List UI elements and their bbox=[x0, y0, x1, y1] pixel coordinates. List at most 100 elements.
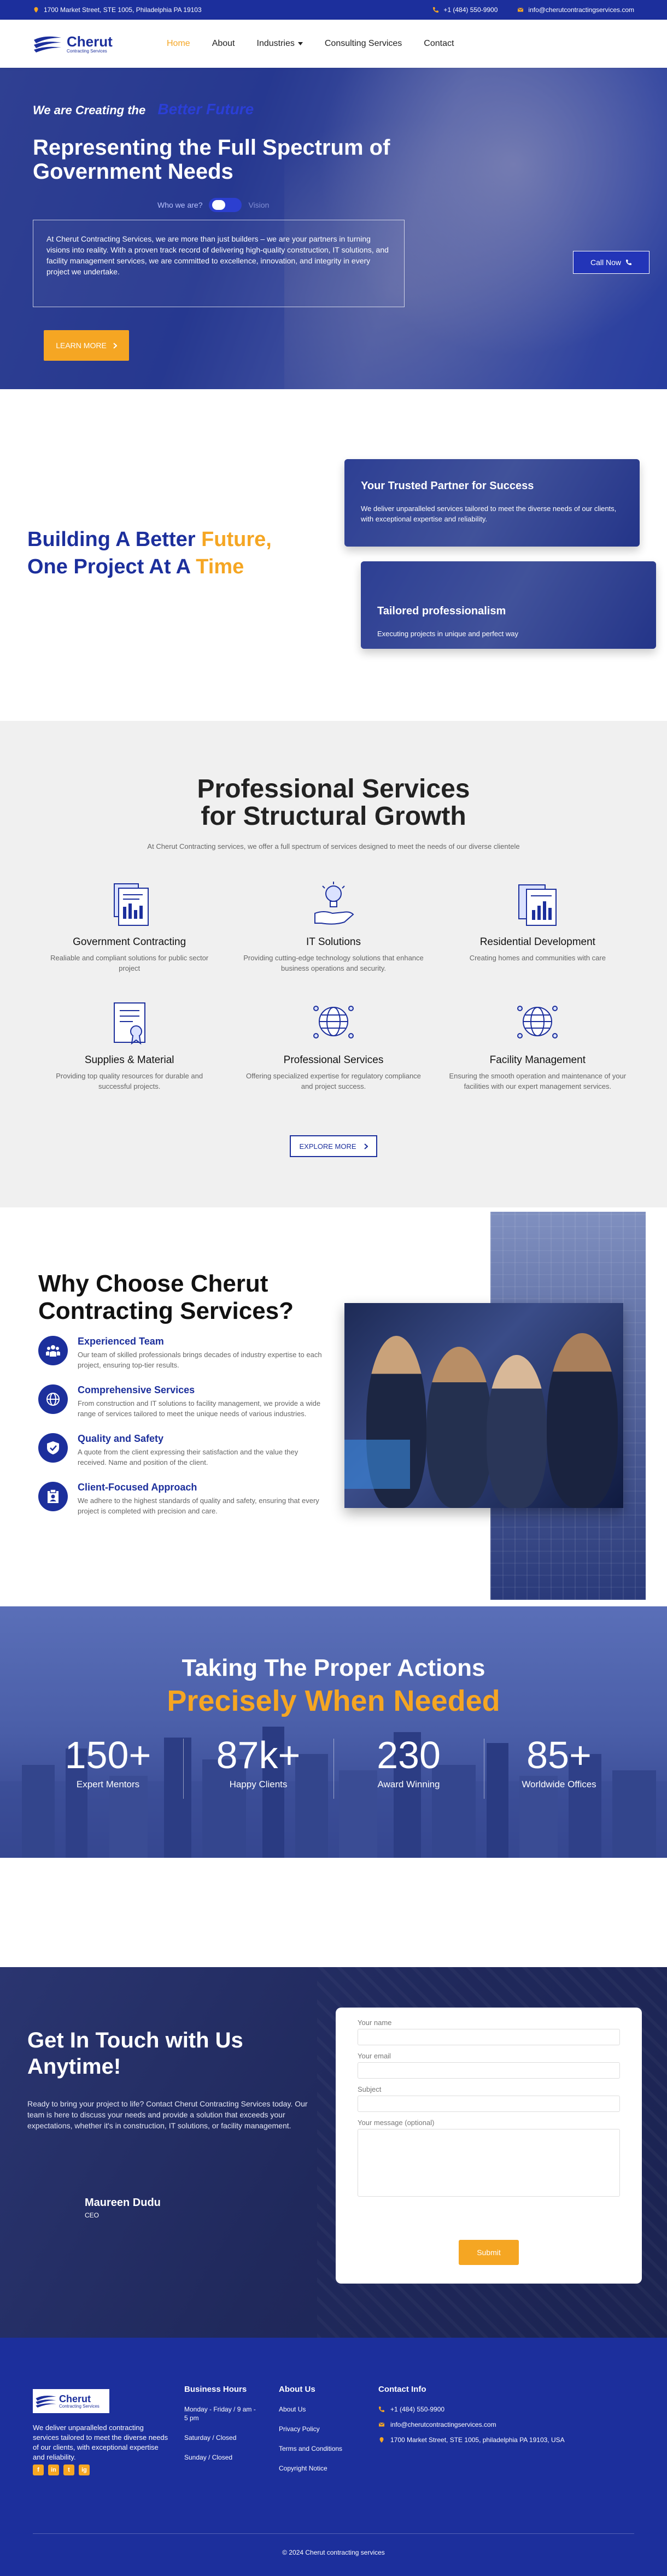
footer-hours-weekdays: Monday - Friday / 9 am - 5 pm bbox=[184, 2405, 256, 2422]
globe-network-icon bbox=[313, 1006, 354, 1038]
chevron-right-icon bbox=[364, 1143, 368, 1149]
service-desc: Offering specialized expertise for regul… bbox=[246, 1072, 421, 1090]
footer-hours-title: Business Hours bbox=[184, 2385, 247, 2394]
service-item[interactable]: Government Contracting Realiable and com… bbox=[27, 879, 231, 973]
building-line1-highlight: Future, bbox=[201, 528, 272, 551]
toggle-right-label[interactable]: Vision bbox=[248, 201, 269, 209]
mail-icon bbox=[518, 8, 524, 12]
stat-number: 87k+ bbox=[216, 1734, 301, 1776]
service-desc: Providing top quality resources for dura… bbox=[56, 1072, 203, 1090]
footer-phone[interactable]: +1 (484) 550-9900 bbox=[378, 2405, 597, 2414]
contact-text: Ready to bring your project to life? Con… bbox=[27, 2099, 308, 2130]
footer-about-title: About Us bbox=[279, 2385, 315, 2394]
message-field[interactable] bbox=[358, 2129, 620, 2197]
why-item: Client-Focused Approach We adhere to the… bbox=[38, 1482, 323, 1516]
hero-description: At Cherut Contracting Services, we are m… bbox=[46, 234, 389, 276]
topbar-email-text: info@cherutcontractingservices.com bbox=[528, 6, 634, 14]
email-label: Your email bbox=[358, 2052, 391, 2060]
team-meeting-photo bbox=[344, 1303, 623, 1508]
why-list: Experienced Team Our team of skilled pro… bbox=[38, 1336, 323, 1530]
explore-more-button[interactable]: EXPLORE MORE bbox=[290, 1135, 377, 1157]
service-item[interactable]: Professional Services Offering specializ… bbox=[231, 997, 435, 1092]
why-item-name: Quality and Safety bbox=[78, 1433, 164, 1444]
facebook-icon[interactable]: f bbox=[33, 2464, 44, 2475]
contact-section: Get In Touch with Us Anytime! Ready to b… bbox=[0, 1967, 667, 2338]
email-field[interactable] bbox=[358, 2062, 620, 2079]
topbar-address: 1700 Market Street, STE 1005, Philadelph… bbox=[33, 6, 202, 14]
nav-about[interactable]: About bbox=[212, 39, 235, 49]
nav-contact[interactable]: Contact bbox=[424, 39, 454, 49]
nav-industries[interactable]: Industries bbox=[257, 39, 303, 49]
chevron-down-icon bbox=[297, 42, 303, 45]
nav-consulting-services[interactable]: Consulting Services bbox=[325, 39, 402, 49]
service-name: Residential Development bbox=[479, 936, 595, 948]
service-name: Professional Services bbox=[283, 1054, 384, 1066]
why-item-desc: We adhere to the highest standards of qu… bbox=[78, 1497, 319, 1515]
footer-logo[interactable]: Cherut Contracting Services bbox=[33, 2389, 109, 2413]
topbar-phone[interactable]: +1 (484) 550-9900 bbox=[432, 6, 498, 14]
building-title: Building A Better Future, One Project At… bbox=[27, 526, 272, 580]
footer-link-about[interactable]: About Us bbox=[279, 2405, 344, 2414]
service-item[interactable]: IT Solutions Providing cutting-edge tech… bbox=[231, 879, 435, 973]
why-item-desc: From construction and IT solutions to fa… bbox=[78, 1399, 321, 1418]
feature-card-title: Tailored professionalism bbox=[377, 605, 506, 617]
top-bar: 1700 Market Street, STE 1005, Philadelph… bbox=[0, 0, 667, 20]
linkedin-icon[interactable]: in bbox=[48, 2464, 59, 2475]
section-spacer bbox=[0, 1858, 667, 1967]
brand-name: Cherut bbox=[67, 33, 113, 50]
footer-hours-sunday: Sunday / Closed bbox=[184, 2454, 233, 2461]
footer-brand-tagline: Contracting Services bbox=[59, 2403, 100, 2409]
service-item[interactable]: Facility Management Ensuring the smooth … bbox=[436, 997, 640, 1092]
footer-address-text: 1700 Market Street, STE 1005, philadelph… bbox=[390, 2436, 565, 2444]
footer-hours-saturday: Saturday / Closed bbox=[184, 2434, 237, 2442]
stats-row: 150+ Expert Mentors 87k+ Happy Clients 2… bbox=[33, 1733, 634, 1799]
call-now-button[interactable]: Call Now bbox=[573, 251, 650, 274]
footer-link-privacy[interactable]: Privacy Policy bbox=[279, 2425, 344, 2433]
service-item[interactable]: Supplies & Material Providing top qualit… bbox=[27, 997, 231, 1092]
service-name: Facility Management bbox=[489, 1054, 586, 1066]
phone-icon bbox=[433, 7, 439, 13]
topbar-email[interactable]: info@cherutcontractingservices.com bbox=[517, 6, 634, 14]
contact-form: Your name Your email Subject Your messag… bbox=[336, 2008, 642, 2284]
twitter-icon[interactable]: t bbox=[63, 2464, 74, 2475]
feature-card-text: Executing projects in unique and perfect… bbox=[377, 630, 518, 638]
footer-email[interactable]: info@cherutcontractingservices.com bbox=[378, 2420, 597, 2429]
name-label: Your name bbox=[358, 2018, 392, 2027]
footer-link-copyright[interactable]: Copyright Notice bbox=[279, 2464, 344, 2473]
services-section: Professional Services for Structural Gro… bbox=[0, 721, 667, 1207]
stat-number: 230 bbox=[377, 1734, 441, 1776]
explore-more-label: EXPLORE MORE bbox=[299, 1142, 356, 1151]
main-nav: Home About Industries Consulting Service… bbox=[167, 39, 454, 49]
stat-item: 85+ Worldwide Offices bbox=[484, 1733, 634, 1799]
instagram-icon[interactable]: ig bbox=[79, 2464, 90, 2475]
stat-number: 150+ bbox=[65, 1734, 151, 1776]
who-vision-toggle[interactable] bbox=[209, 198, 242, 212]
footer-copyright: © 2024 Cherut contracting services bbox=[282, 2549, 385, 2556]
stat-number: 85+ bbox=[526, 1734, 592, 1776]
footer-link-terms[interactable]: Terms and Conditions bbox=[279, 2444, 344, 2453]
nav-home[interactable]: Home bbox=[167, 39, 190, 49]
service-desc: Creating homes and communities with care bbox=[469, 954, 606, 962]
building-line2-highlight: Time bbox=[196, 555, 244, 578]
learn-more-button[interactable]: LEARN MORE bbox=[44, 330, 129, 361]
stat-item: 230 Award Winning bbox=[334, 1733, 484, 1799]
brand-logo[interactable]: Cherut Contracting Services bbox=[33, 34, 167, 54]
subject-field[interactable] bbox=[358, 2096, 620, 2112]
submit-button[interactable]: Submit bbox=[459, 2240, 519, 2265]
footer-about: We deliver unparalleled contracting serv… bbox=[33, 2424, 168, 2461]
why-item-name: Client-Focused Approach bbox=[78, 1482, 197, 1493]
footer-phone-text: +1 (484) 550-9900 bbox=[390, 2405, 445, 2413]
feature-card-text: We deliver unparalleled services tailore… bbox=[361, 504, 617, 523]
contact-person: Maureen Dudu CEO bbox=[85, 2197, 161, 2219]
toggle-left-label[interactable]: Who we are? bbox=[157, 201, 202, 209]
document-chart-icon bbox=[113, 883, 149, 926]
phone-icon bbox=[626, 260, 631, 265]
building-section: Building A Better Future, One Project At… bbox=[0, 389, 667, 721]
nav-industries-label: Industries bbox=[256, 39, 295, 48]
service-item[interactable]: Residential Development Creating homes a… bbox=[436, 879, 640, 973]
stats-section: Taking The Proper Actions Precisely When… bbox=[0, 1606, 667, 1858]
service-desc: Ensuring the smooth operation and mainte… bbox=[449, 1072, 627, 1090]
name-field[interactable] bbox=[358, 2029, 620, 2045]
phone-icon bbox=[379, 2407, 384, 2412]
message-label: Your message (optional) bbox=[358, 2119, 435, 2127]
